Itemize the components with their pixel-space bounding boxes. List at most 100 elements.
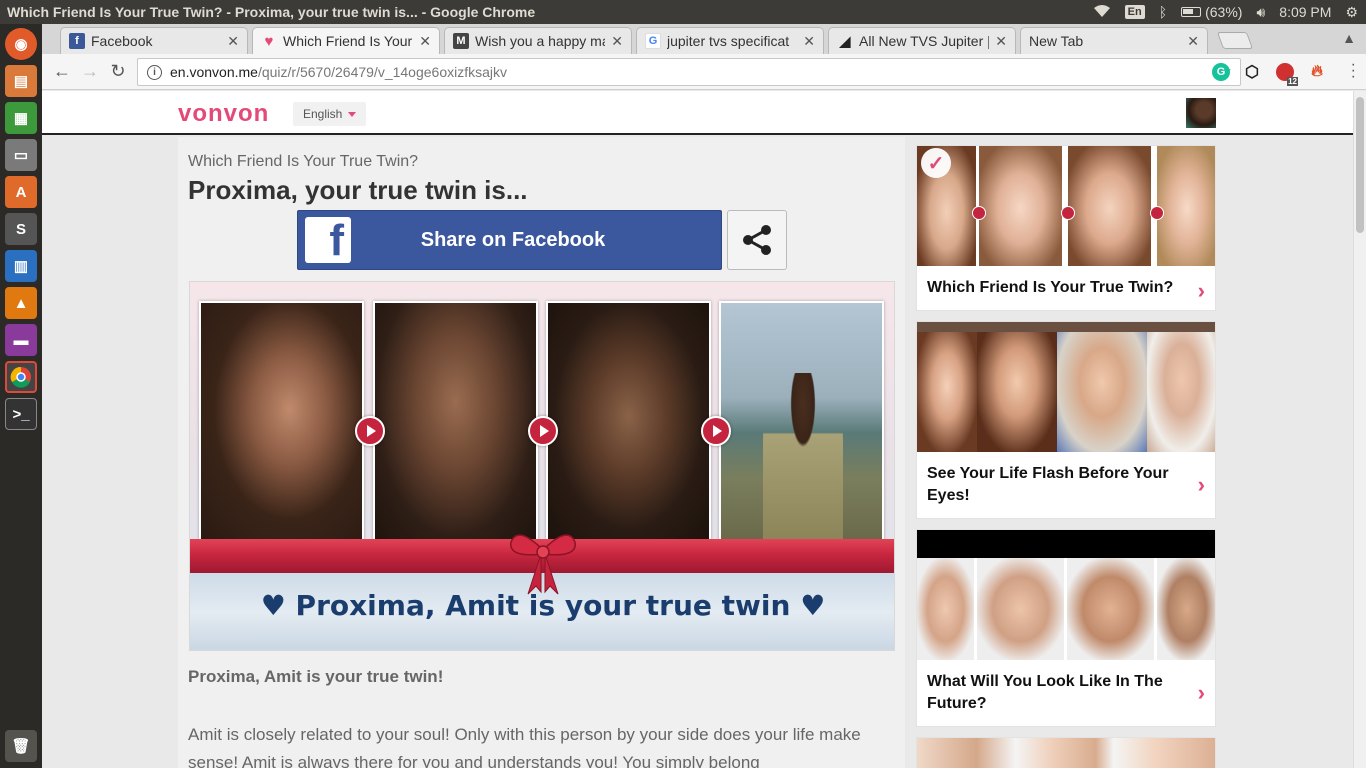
- tab-tvs-jupiter[interactable]: ◢ All New TVS Jupiter | ✕: [828, 27, 1016, 54]
- ribbon-bow-icon: [510, 534, 576, 595]
- tab-close-icon[interactable]: ✕: [803, 33, 815, 50]
- play-arrow-icon: [972, 206, 986, 220]
- tab-close-icon[interactable]: ✕: [1187, 33, 1199, 50]
- writer-app-icon[interactable]: ▥: [5, 250, 37, 282]
- face-image: [1057, 332, 1147, 452]
- page-scrollbar[interactable]: [1353, 91, 1366, 768]
- tab-label: Wish you a happy ma: [475, 33, 606, 49]
- play-arrow-icon: [355, 416, 385, 446]
- volume-icon[interactable]: 🔊︎: [1256, 4, 1265, 21]
- system-gear-icon[interactable]: ⚙: [1345, 4, 1358, 21]
- tab-close-icon[interactable]: ✕: [611, 33, 623, 50]
- chevron-right-icon: ›: [1197, 278, 1205, 303]
- chrome-app-icon[interactable]: [5, 361, 37, 393]
- system-tray: En ᛒ (63%) 🔊︎ 8:09 PM ⚙: [1093, 4, 1366, 21]
- ubuntu-dash-icon[interactable]: ◉: [5, 28, 37, 60]
- facebook-logo-icon: f: [305, 217, 351, 263]
- settings-app-icon[interactable]: ▬: [5, 324, 37, 356]
- back-arrow-icon[interactable]: ←: [48, 61, 76, 82]
- grammarly-extension-icon[interactable]: G: [1212, 63, 1230, 81]
- tab-close-icon[interactable]: ✕: [995, 33, 1007, 50]
- google-favicon-icon: G: [645, 33, 661, 49]
- sublime-text-icon[interactable]: S: [5, 213, 37, 245]
- terminal-app-icon[interactable]: >_: [5, 398, 37, 430]
- chevron-right-icon: ›: [1197, 680, 1205, 705]
- browser-toolbar: ← → ↻ i en.vonvon.me /quiz/r/5670/26479/…: [42, 54, 1366, 90]
- tab-label: New Tab: [1029, 33, 1084, 49]
- morph-photo-4: [719, 301, 884, 543]
- checkmark-icon: ✓: [921, 148, 951, 178]
- share-on-facebook-label: Share on Facebook: [420, 228, 606, 251]
- play-arrow-icon: [528, 416, 558, 446]
- chrome-menu-icon[interactable]: · · ·: [1351, 57, 1356, 85]
- calc-app-icon[interactable]: ▦: [5, 102, 37, 134]
- fire-extension-icon[interactable]: 🔥︎: [1308, 63, 1326, 81]
- language-select-value: English: [303, 107, 343, 121]
- forward-arrow-icon[interactable]: →: [76, 61, 104, 82]
- related-quiz-title: Which Friend Is Your True Twin?: [927, 279, 1174, 296]
- address-bar[interactable]: i en.vonvon.me /quiz/r/5670/26479/v_14og…: [137, 58, 1241, 86]
- ubuntu-launcher: ◉ ▤ ▦ ▭ A S ▥ ▲ ▬ >_ 🗑︎: [0, 24, 42, 768]
- battery-indicator[interactable]: (63%): [1181, 4, 1242, 20]
- morph-photo-3: [546, 301, 711, 541]
- tab-facebook[interactable]: f Facebook ✕: [60, 27, 248, 54]
- play-arrow-icon: [1150, 206, 1164, 220]
- share-on-facebook-button[interactable]: f Share on Facebook: [297, 210, 722, 270]
- play-arrow-icon: [701, 416, 731, 446]
- wifi-icon[interactable]: [1093, 4, 1111, 21]
- keyboard-layout-indicator[interactable]: En: [1124, 5, 1145, 19]
- quiz-thumbnail: [917, 322, 1215, 452]
- tab-label: Facebook: [91, 33, 153, 49]
- quiz-title: Proxima, your true twin is...: [188, 175, 528, 205]
- quiz-thumbnail: [917, 738, 1215, 768]
- play-arrow-icon: [1061, 206, 1075, 220]
- result-heading: Proxima, Amit is your true twin!: [188, 667, 444, 686]
- vonvon-favicon-icon: ♥: [264, 32, 274, 50]
- related-quiz-card-partial[interactable]: [916, 737, 1216, 768]
- page-favicon-icon: M: [453, 33, 469, 49]
- related-quiz-card-future-look[interactable]: What Will You Look Like In The Future? ›: [916, 529, 1216, 727]
- face-image: [977, 558, 1067, 660]
- tab-google-search[interactable]: G jupiter tvs specificat ✕: [636, 27, 824, 54]
- tab-wish-you[interactable]: M Wish you a happy ma ✕: [444, 27, 632, 54]
- tvs-favicon-icon: ◢: [839, 32, 851, 49]
- clock[interactable]: 8:09 PM: [1279, 4, 1331, 20]
- face-image: [979, 146, 1065, 266]
- reload-icon[interactable]: ↻: [104, 61, 132, 82]
- tab-which-friend[interactable]: ♥ Which Friend Is Your ✕: [252, 27, 440, 54]
- cube-extension-icon[interactable]: ⬡: [1243, 63, 1261, 81]
- quiz-subtitle: Which Friend Is Your True Twin?: [188, 153, 419, 170]
- info-icon[interactable]: i: [147, 64, 162, 80]
- vonvon-logo[interactable]: vonvon: [178, 100, 269, 128]
- impress-app-icon[interactable]: ▤: [5, 65, 37, 97]
- scrollbar-thumb[interactable]: [1356, 97, 1364, 233]
- battery-icon: [1181, 7, 1202, 17]
- tab-label: jupiter tvs specificat: [667, 33, 790, 49]
- language-select[interactable]: English: [293, 102, 367, 126]
- files-app-icon[interactable]: ▭: [5, 139, 37, 171]
- related-quiz-title: What Will You Look Like In The Future?: [927, 673, 1163, 712]
- face-image: [1068, 146, 1154, 266]
- related-quiz-card-life-flash[interactable]: See Your Life Flash Before Your Eyes! ›: [916, 321, 1216, 519]
- extension-badge-icon[interactable]: 12: [1276, 63, 1298, 86]
- related-quiz-card-true-twin[interactable]: ✓ Which Friend Is Your True Twin? ›: [916, 145, 1216, 311]
- share-button[interactable]: [727, 210, 787, 270]
- tab-close-icon[interactable]: ✕: [227, 33, 239, 50]
- face-image: [1157, 146, 1215, 266]
- tab-label: Which Friend Is Your: [283, 33, 413, 49]
- trash-icon[interactable]: 🗑︎: [5, 730, 37, 762]
- banner-text: ♥ Proxima, Amit is your true twin ♥: [260, 589, 826, 622]
- user-avatar[interactable]: [1186, 98, 1216, 128]
- quiz-thumbnail: [917, 530, 1215, 660]
- software-center-icon[interactable]: A: [5, 176, 37, 208]
- extension-badge-count: 12: [1287, 77, 1298, 86]
- new-tab-button[interactable]: [1216, 32, 1254, 49]
- battery-percent: (63%): [1205, 4, 1243, 20]
- profile-icon[interactable]: ▲: [1342, 30, 1356, 46]
- chevron-down-icon: [348, 111, 357, 117]
- browser-tab-strip: f Facebook ✕ ♥ Which Friend Is Your ✕ M …: [42, 24, 1366, 54]
- tab-close-icon[interactable]: ✕: [419, 33, 431, 50]
- bluetooth-icon[interactable]: ᛒ: [1159, 4, 1167, 20]
- tab-new-tab[interactable]: New Tab ✕: [1020, 27, 1208, 54]
- vlc-icon[interactable]: ▲: [5, 287, 37, 319]
